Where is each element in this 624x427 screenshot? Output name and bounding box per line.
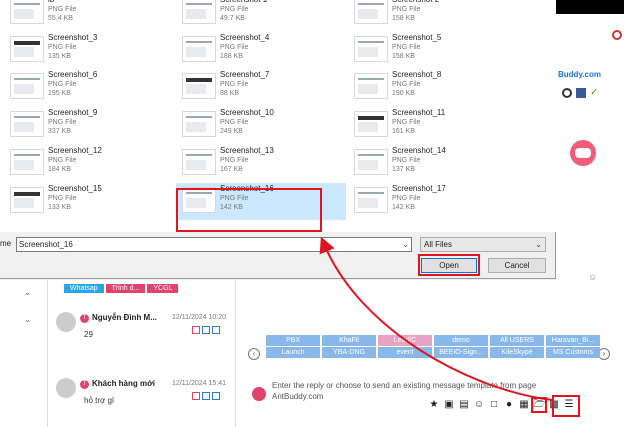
- annotation-arrow: [319, 236, 553, 401]
